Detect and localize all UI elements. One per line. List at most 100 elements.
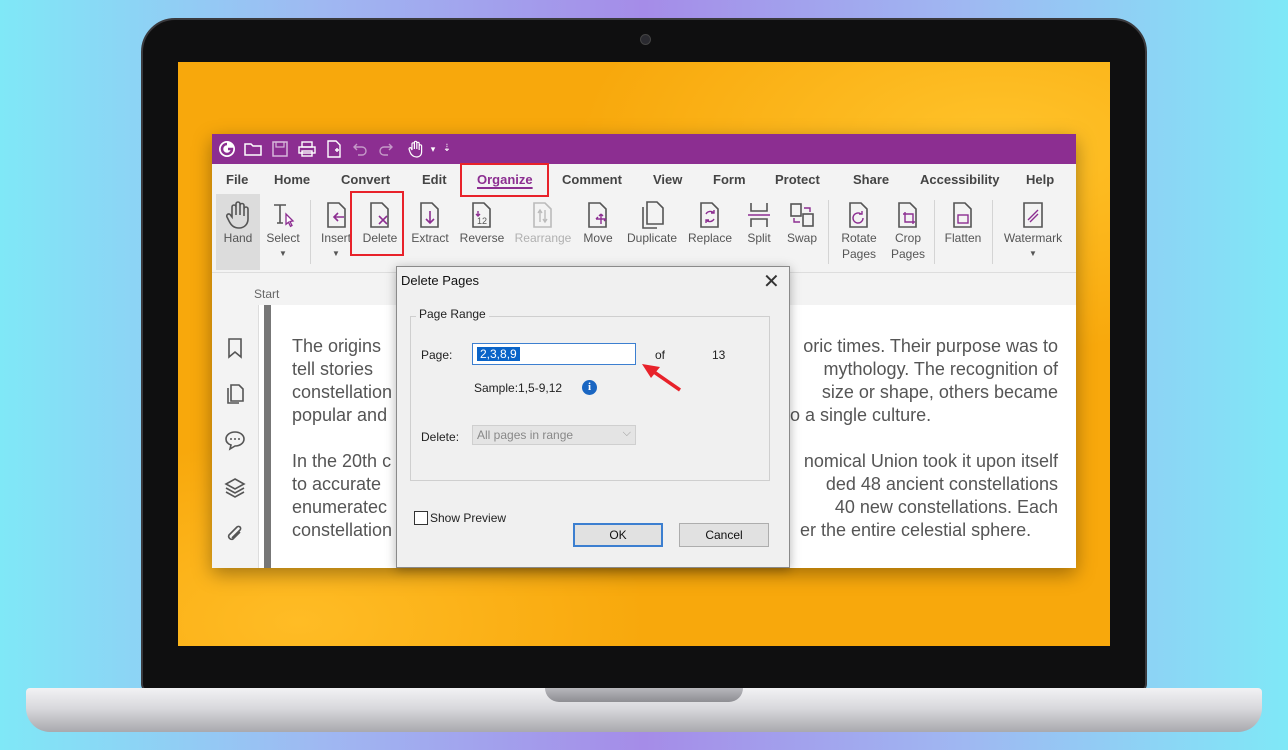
select-button[interactable]: Select ▼ bbox=[262, 194, 304, 270]
info-icon[interactable]: i bbox=[582, 380, 597, 395]
chevron-down-icon: ⌵ bbox=[622, 427, 631, 439]
reverse-label: Reverse bbox=[459, 231, 505, 245]
menu-comment[interactable]: Comment bbox=[562, 172, 622, 187]
page-range-group bbox=[410, 316, 770, 481]
navigation-panel bbox=[212, 305, 259, 568]
move-button[interactable]: Move bbox=[578, 194, 618, 270]
split-button[interactable]: Split bbox=[740, 194, 778, 270]
flatten-label: Flatten bbox=[944, 231, 982, 245]
menu-home[interactable]: Home bbox=[274, 172, 310, 187]
new-page-icon[interactable] bbox=[326, 140, 342, 158]
split-label: Split bbox=[747, 231, 771, 245]
organize-highlight bbox=[460, 163, 549, 197]
replace-icon bbox=[700, 202, 719, 228]
tab-start[interactable]: Start bbox=[254, 287, 279, 301]
extract-button[interactable]: Extract bbox=[408, 194, 452, 270]
watermark-button[interactable]: Watermark ▼ bbox=[1000, 194, 1066, 270]
save-icon[interactable] bbox=[272, 141, 288, 157]
menu-edit[interactable]: Edit bbox=[422, 172, 447, 187]
swap-button[interactable]: Swap bbox=[782, 194, 822, 270]
flatten-button[interactable]: Flatten bbox=[940, 194, 986, 270]
rearrange-icon bbox=[533, 202, 552, 228]
menu-convert[interactable]: Convert bbox=[341, 172, 390, 187]
hand-button[interactable]: Hand bbox=[216, 194, 260, 270]
hand-label: Hand bbox=[223, 231, 253, 245]
delete-mode-select[interactable]: All pages in range ⌵ bbox=[472, 425, 636, 445]
duplicate-button[interactable]: Duplicate bbox=[624, 194, 680, 270]
menu-view[interactable]: View bbox=[653, 172, 682, 187]
sample-text: Sample:1,5-9,12 bbox=[474, 381, 563, 395]
menu-protect[interactable]: Protect bbox=[775, 172, 820, 187]
rotate-pages-button[interactable]: Rotate Pages bbox=[834, 194, 884, 270]
crop-pages-button[interactable]: Crop Pages bbox=[886, 194, 930, 270]
attachment-icon[interactable] bbox=[224, 523, 246, 545]
bookmark-icon[interactable] bbox=[224, 337, 246, 359]
replace-button[interactable]: Replace bbox=[686, 194, 734, 270]
ok-button[interactable]: OK bbox=[573, 523, 663, 547]
menu-file[interactable]: File bbox=[226, 172, 248, 187]
cancel-button[interactable]: Cancel bbox=[679, 523, 769, 547]
page-range-input[interactable]: 2,3,8,9 bbox=[472, 343, 636, 365]
dialog-title: Delete Pages bbox=[401, 273, 480, 288]
customize-icon[interactable]: ⇣ bbox=[438, 140, 456, 158]
watermark-label: Watermark bbox=[1003, 231, 1063, 245]
delete-mode-label: Delete: bbox=[421, 430, 460, 444]
swap-label: Swap bbox=[786, 231, 818, 245]
extract-page-icon bbox=[420, 202, 439, 228]
hand-icon[interactable] bbox=[408, 140, 424, 158]
crop-pages-label: Crop Pages bbox=[890, 231, 926, 261]
move-page-icon bbox=[588, 202, 607, 228]
page-range-label: Page Range bbox=[416, 307, 489, 321]
undo-icon[interactable] bbox=[352, 141, 368, 157]
print-icon[interactable] bbox=[298, 141, 316, 157]
rotate-pages-label: Rotate Pages bbox=[841, 231, 877, 261]
camera bbox=[640, 34, 651, 45]
duplicate-icon bbox=[642, 201, 664, 229]
menu-share[interactable]: Share bbox=[853, 172, 889, 187]
reverse-button[interactable]: 12 Reverse bbox=[458, 194, 506, 270]
delete-highlight bbox=[350, 191, 404, 256]
rearrange-button[interactable]: Rearrange bbox=[512, 194, 574, 270]
rearrange-label: Rearrange bbox=[514, 231, 572, 245]
hand-icon bbox=[225, 201, 249, 229]
menu-accessibility[interactable]: Accessibility bbox=[920, 172, 1000, 187]
title-bar: ▾ ⇣ bbox=[212, 134, 1076, 164]
split-icon bbox=[748, 203, 770, 227]
laptop-notch bbox=[545, 688, 743, 702]
menu-bar: File Home Convert Edit Organize Comment … bbox=[212, 164, 1076, 194]
red-arrow-annotation bbox=[642, 364, 681, 392]
replace-label: Replace bbox=[687, 231, 733, 245]
menu-help[interactable]: Help bbox=[1026, 172, 1054, 187]
svg-text:12: 12 bbox=[477, 216, 487, 226]
ribbon-separator bbox=[310, 200, 311, 264]
ribbon-separator bbox=[992, 200, 993, 264]
chevron-down-icon[interactable]: ▼ bbox=[1000, 246, 1066, 262]
comments-icon[interactable] bbox=[224, 429, 246, 451]
swap-icon bbox=[790, 203, 814, 227]
layers-icon[interactable] bbox=[224, 476, 246, 498]
show-preview-label[interactable]: Show Preview bbox=[430, 511, 506, 525]
move-label: Move bbox=[583, 231, 613, 245]
select-label: Select bbox=[266, 231, 300, 245]
total-pages: 13 bbox=[712, 348, 726, 362]
show-preview-checkbox[interactable] bbox=[414, 511, 428, 525]
pages-icon[interactable] bbox=[224, 383, 246, 405]
open-folder-icon[interactable] bbox=[244, 141, 262, 157]
watermark-icon bbox=[1023, 202, 1043, 228]
select-icon bbox=[274, 204, 295, 228]
insert-page-icon bbox=[327, 202, 346, 228]
rotate-pages-icon bbox=[849, 202, 868, 228]
menu-form[interactable]: Form bbox=[713, 172, 746, 187]
extract-label: Extract bbox=[411, 231, 449, 245]
organize-ribbon: Hand Select ▼ Insert ▼ Delete Extract 12… bbox=[212, 194, 1076, 273]
close-icon[interactable]: ✕ bbox=[763, 269, 780, 294]
redo-icon[interactable] bbox=[378, 141, 394, 157]
duplicate-label: Duplicate bbox=[626, 231, 678, 245]
page-label: Page: bbox=[421, 348, 453, 362]
flatten-icon bbox=[953, 202, 972, 228]
chevron-down-icon[interactable]: ▼ bbox=[262, 246, 304, 262]
crop-pages-icon bbox=[898, 202, 917, 228]
foxit-logo-icon[interactable] bbox=[218, 140, 236, 158]
ribbon-separator bbox=[934, 200, 935, 264]
page-range-value: 2,3,8,9 bbox=[477, 347, 520, 361]
